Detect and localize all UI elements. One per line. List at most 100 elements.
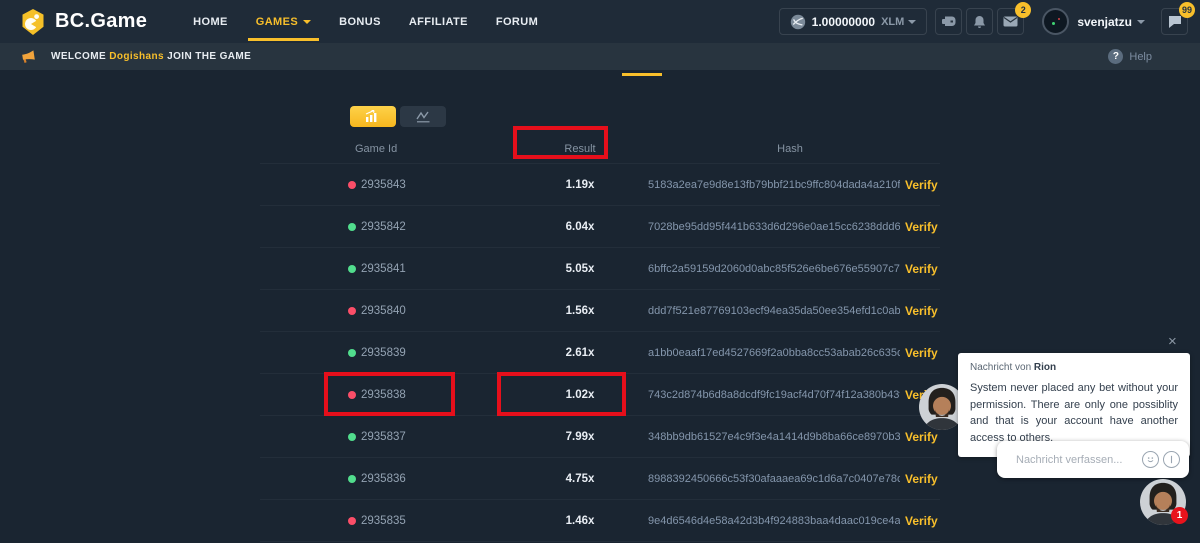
- help-button[interactable]: ? Help: [1108, 49, 1152, 64]
- verify-button[interactable]: Verify: [905, 304, 938, 318]
- nav-games[interactable]: GAMES: [242, 0, 325, 43]
- game-results-table: Game Id Result Hash 2935843 1.19x 5183a2ea…: [260, 100, 940, 543]
- chat-input-container: [997, 441, 1189, 478]
- result-value: 7.99x: [530, 431, 630, 443]
- table-row: 2935843 1.19x 5183a2ea7e9d8e13fb79bbf21bc9…: [260, 164, 940, 206]
- hash-value: 743c2d874b6d8a8dcdf9fc19acf4d70f74f12a38…: [648, 389, 900, 401]
- column-header-game-id: Game Id: [355, 143, 397, 155]
- hash-value: 5183a2ea7e9d8e13fb79bbf21bc9ffc804dada4a…: [648, 179, 900, 191]
- table-row: 29358351.46x9e4d6546d4e58a42d3b4f924883b…: [260, 500, 940, 542]
- line-chart-icon: [416, 111, 431, 123]
- chat-count-badge: 99: [1179, 2, 1195, 18]
- username-menu[interactable]: svenjatzu: [1077, 15, 1145, 29]
- bell-icon: [973, 15, 986, 29]
- bar-chart-icon: [365, 110, 381, 123]
- hash-value: 6bffc2a59159d2060d0abc85f526e6be676e5590…: [648, 263, 900, 275]
- table-row: 2935842 6.04x 7028be95dd95f441b633d6d296e0…: [260, 206, 940, 248]
- result-value: 1.02x: [530, 389, 630, 401]
- green-status-dot: [348, 349, 356, 357]
- verify-button[interactable]: Verify: [905, 430, 938, 444]
- game-id-value: 2935836: [361, 473, 406, 485]
- bcgame-logo-icon: [20, 8, 46, 36]
- verify-button[interactable]: Verify: [905, 514, 938, 528]
- balance-selector[interactable]: 1.00000000 XLM: [779, 8, 928, 35]
- game-id-value: 2935838: [361, 389, 406, 401]
- green-status-dot: [348, 223, 356, 231]
- nav-forum[interactable]: FORUM: [482, 0, 552, 43]
- table-row: 29358401.56xddd7f521e87769103ecf94ea35da…: [260, 290, 940, 332]
- top-navbar: BC.Game HOME GAMES BONUS AFFILIATE FORUM: [0, 0, 1200, 43]
- tab-results[interactable]: [350, 106, 396, 127]
- game-id-value: 2935841: [361, 263, 406, 275]
- table-row: 2935838 1.02x 743c2d874b6d8a8dcdf9fc19acf4…: [260, 374, 940, 416]
- view-tabs: [350, 106, 446, 127]
- result-value: 1.46x: [530, 515, 630, 527]
- main-menu: HOME GAMES BONUS AFFILIATE FORUM: [179, 0, 552, 43]
- close-icon[interactable]: ×: [1168, 334, 1177, 349]
- emoji-icon[interactable]: [1142, 451, 1159, 468]
- table-row: 2935839 2.61x a1bb0eaaf17ed4527669f2a0bba8…: [260, 332, 940, 374]
- help-icon: ?: [1108, 49, 1123, 64]
- tab-trend[interactable]: [400, 106, 446, 127]
- wallet-button[interactable]: [935, 8, 962, 35]
- chat-message-from: Nachricht von Rion: [970, 362, 1178, 373]
- megaphone-icon: [20, 50, 37, 64]
- verify-button[interactable]: Verify: [905, 178, 938, 192]
- verify-button[interactable]: Verify: [905, 346, 938, 360]
- unread-count-badge: 1: [1171, 507, 1188, 524]
- verify-button[interactable]: Verify: [905, 262, 938, 276]
- mail-count-badge: 2: [1015, 2, 1031, 18]
- result-value: 2.61x: [530, 347, 630, 359]
- balance-amount: 1.00000000: [812, 15, 875, 29]
- nav-home[interactable]: HOME: [179, 0, 242, 43]
- chat-message-input[interactable]: [1016, 454, 1138, 466]
- red-status-dot: [348, 517, 356, 525]
- brand-logo[interactable]: BC.Game: [20, 8, 147, 36]
- nav-affiliate[interactable]: AFFILIATE: [395, 0, 482, 43]
- game-id-value: 2935842: [361, 221, 406, 233]
- hash-value: ddd7f521e87769103ecf94ea35da50ee354efd1c…: [648, 305, 900, 317]
- result-value: 6.04x: [530, 221, 630, 233]
- xlm-coin-icon: [790, 14, 806, 30]
- green-status-dot: [348, 433, 356, 441]
- chat-bubble-icon: [1168, 15, 1182, 28]
- announcement-bar: WELCOME Dogishans JOIN THE GAME ? Help: [0, 43, 1200, 70]
- game-id-value: 2935837: [361, 431, 406, 443]
- table-header-row: Game Id Result Hash: [260, 134, 940, 163]
- hash-value: a1bb0eaaf17ed4527669f2a0bba8cc53abab26c6…: [648, 347, 900, 359]
- green-status-dot: [348, 265, 356, 273]
- result-value: 1.19x: [530, 179, 630, 191]
- chat-toggle-button[interactable]: 99: [1161, 8, 1188, 35]
- column-header-result: Result: [530, 143, 630, 155]
- hash-value: 9e4d6546d4e58a42d3b4f924883baa4daac019ce…: [648, 515, 900, 527]
- table-row: 29358364.75x8988392450666c53f30afaaaea69…: [260, 458, 940, 500]
- chevron-down-icon: [1137, 20, 1145, 24]
- red-status-dot: [348, 307, 356, 315]
- mail-icon: [1003, 16, 1018, 27]
- info-icon[interactable]: [1163, 451, 1180, 468]
- nav-bonus[interactable]: BONUS: [325, 0, 395, 43]
- brand-name: BC.Game: [55, 10, 147, 33]
- result-value: 4.75x: [530, 473, 630, 485]
- verify-button[interactable]: Verify: [905, 220, 938, 234]
- red-status-dot: [348, 391, 356, 399]
- messages-button[interactable]: 2: [997, 8, 1024, 35]
- notifications-button[interactable]: [966, 8, 993, 35]
- announcement-username: Dogishans: [109, 51, 164, 62]
- announcement-text: WELCOME Dogishans JOIN THE GAME: [51, 51, 251, 62]
- currency-label: XLM: [881, 16, 904, 28]
- chat-sender-name: Rion: [1034, 362, 1056, 373]
- verify-button[interactable]: Verify: [905, 472, 938, 486]
- hash-value: 348bb9db61527e4c9f3e4a1414d9b8ba66ce8970…: [648, 431, 900, 443]
- user-avatar[interactable]: [1042, 8, 1069, 35]
- navbar-right: 1.00000000 XLM: [779, 8, 1188, 35]
- table-row: 29358415.05x6bffc2a59159d2060d0abc85f526…: [260, 248, 940, 290]
- column-header-hash: Hash: [690, 143, 890, 155]
- wallet-icon: [941, 15, 956, 28]
- result-value: 1.56x: [530, 305, 630, 317]
- results-rows: 2935843 1.19x 5183a2ea7e9d8e13fb79bbf21bc9…: [260, 163, 940, 542]
- game-id-value: 2935843: [361, 179, 406, 191]
- chevron-down-icon: [303, 20, 311, 24]
- game-id-value: 2935839: [361, 347, 406, 359]
- hash-value: 7028be95dd95f441b633d6d296e0ae15cc6238dd…: [648, 221, 900, 233]
